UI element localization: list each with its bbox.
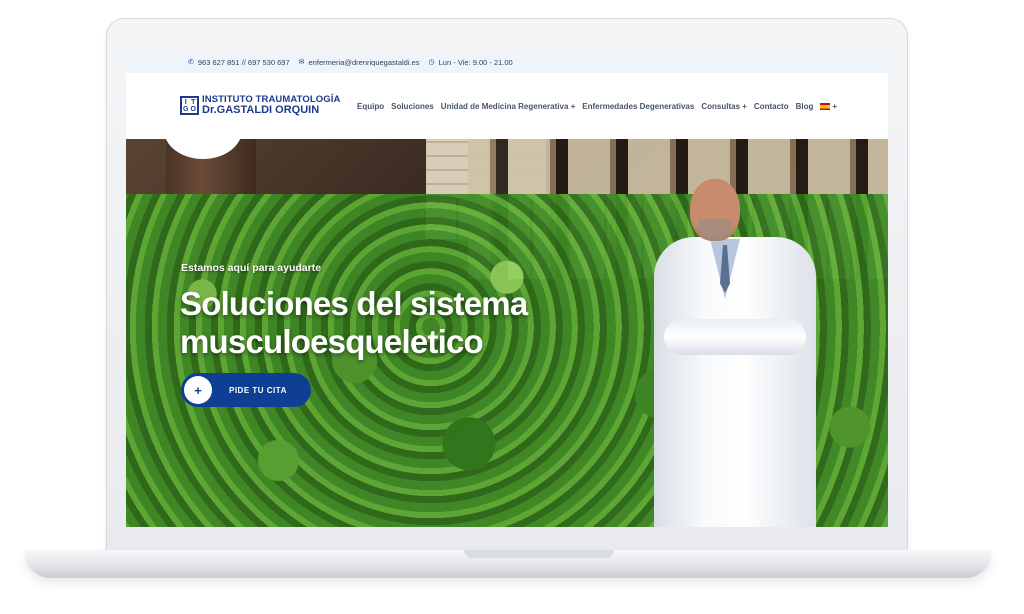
cta-label: PIDE TU CITA [229,385,287,395]
logo-letter: T [191,98,196,106]
phone-info[interactable]: ✆ 963 627 851 // 697 530 697 [188,58,290,67]
doctor-crossed-arms [664,319,806,355]
book-appointment-button[interactable]: + PIDE TU CITA [181,373,311,407]
top-info-bar: ✆ 963 627 851 // 697 530 697 ✉ enfermeri… [126,51,888,73]
laptop-notch [464,550,614,558]
doctor-photo [654,179,816,527]
hours-text: Lun - Vie: 9.00 - 21.00 [438,57,513,67]
website-screen: ✆ 963 627 851 // 697 530 697 ✉ enfermeri… [126,51,888,527]
hero-banner: Estamos aquí para ayudarte Soluciones de… [126,139,888,527]
nav-item-contacto[interactable]: Contacto [754,102,789,111]
hero-title: Soluciones del sistema musculoesqueletic… [180,285,528,360]
hours-info: ◷ Lun - Vie: 9.00 - 21.00 [429,58,513,67]
phone-text: 963 627 851 // 697 530 697 [197,57,290,67]
doctor-coat [654,237,816,527]
envelope-icon: ✉ [298,59,305,66]
laptop-base [24,550,992,578]
logo-text: INSTITUTO TRAUMATOLOGÍA Dr.GASTALDI ORQU… [202,95,340,117]
language-expand: + [832,102,838,111]
logo-letter: O [190,106,196,113]
phone-icon: ✆ [188,59,194,66]
site-logo[interactable]: I T G O INSTITUTO TRAUMATOLOGÍA Dr.GASTA… [180,95,340,117]
nav-item-soluciones[interactable]: Soluciones [391,102,434,111]
email-info[interactable]: ✉ enfermeria@drenriquegastaldi.es [299,58,420,67]
logo-mark: I T G O [180,96,199,116]
main-nav: Equipo Soluciones Unidad de Medicina Reg… [357,102,844,111]
clock-icon: ◷ [428,59,435,66]
hero-kicker: Estamos aquí para ayudarte [181,262,322,274]
logo-letter: G [183,106,189,113]
plus-icon: + [184,376,212,404]
nav-item-medicina-regenerativa[interactable]: Unidad de Medicina Regenerativa + [441,102,575,111]
spain-flag-icon [820,103,831,111]
nav-item-equipo[interactable]: Equipo [357,102,384,111]
nav-item-blog[interactable]: Blog [796,102,814,111]
nav-item-enfermedades-degenerativas[interactable]: Enfermedades Degenerativas [582,102,694,111]
site-header: I T G O INSTITUTO TRAUMATOLOGÍA Dr.GASTA… [126,73,888,139]
language-selector[interactable]: + [820,102,837,111]
nav-item-consultas[interactable]: Consultas + [701,102,747,111]
logo-line-2: Dr.GASTALDI ORQUIN [202,103,320,116]
logo-letter: I [184,98,187,106]
email-text: enfermeria@drenriquegastaldi.es [308,57,420,67]
